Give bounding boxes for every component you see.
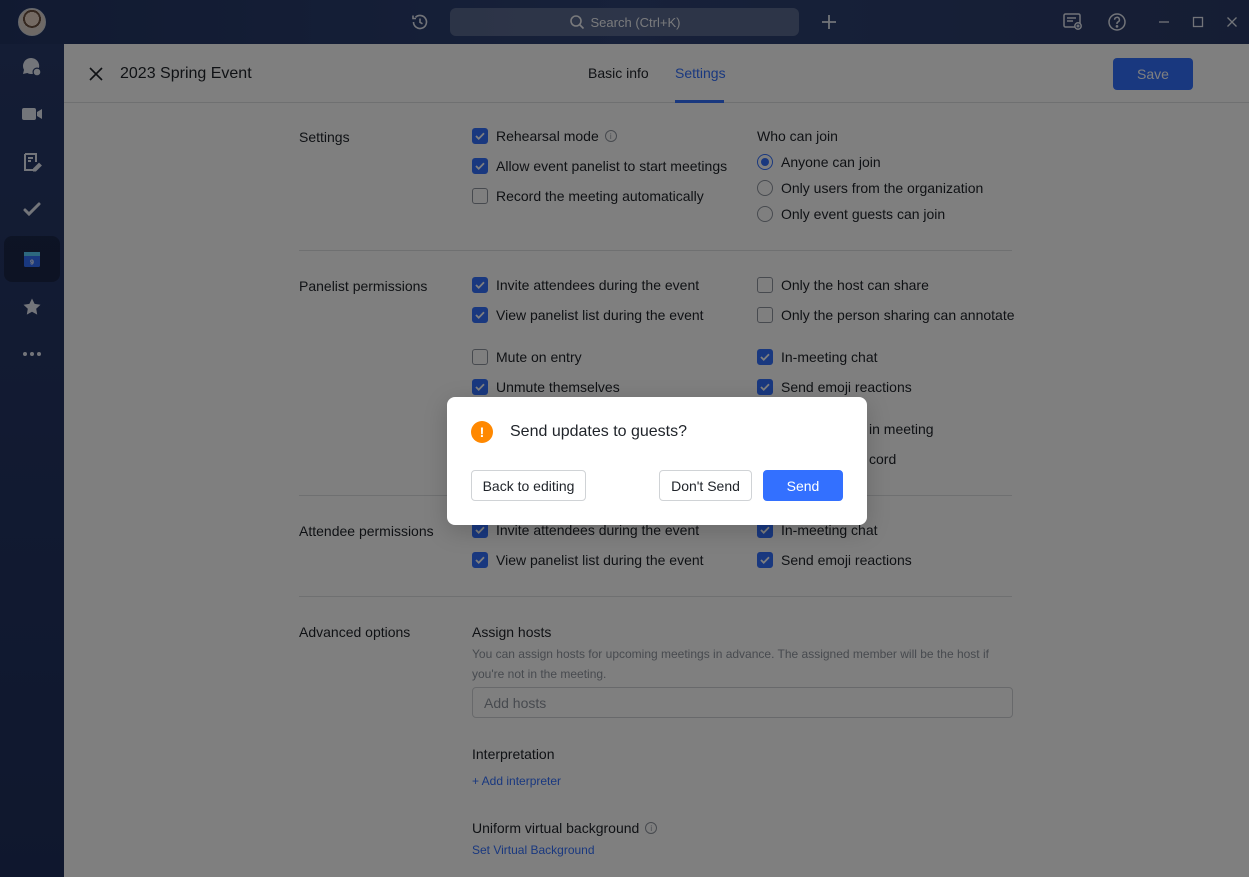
dont-send-button[interactable]: Don't Send	[659, 470, 752, 501]
send-updates-dialog: ! Send updates to guests? Back to editin…	[447, 397, 867, 525]
dialog-title: Send updates to guests?	[510, 423, 688, 440]
send-button[interactable]: Send	[763, 470, 843, 501]
warning-icon: !	[471, 421, 493, 443]
back-to-editing-button[interactable]: Back to editing	[471, 470, 586, 501]
